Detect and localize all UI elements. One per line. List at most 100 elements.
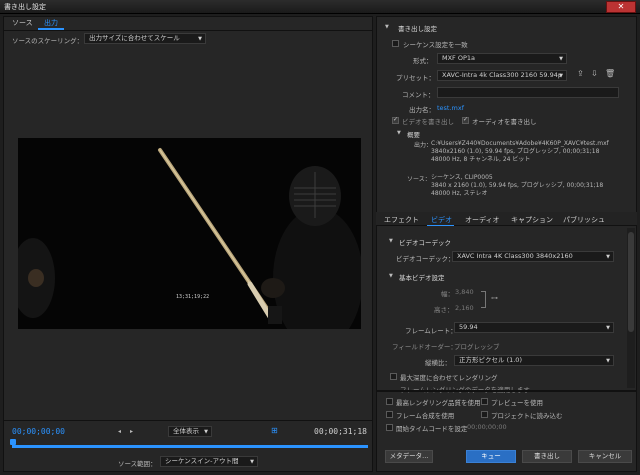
codec-select[interactable]: XAVC Intra 4K Class300 3840x2160 ▼ [452, 251, 614, 262]
set-out-icon[interactable]: ▸ [130, 428, 133, 435]
format-value: MXF OP1a [442, 54, 476, 62]
overlay-timecode: 13;31;19;22 [176, 294, 210, 300]
import-preset-icon[interactable]: ⇩ [591, 69, 598, 78]
max-depth-label: 最大深度に合わせてレンダリング [400, 374, 498, 382]
codec-value: XAVC Intra 4K Class300 3840x2160 [457, 252, 573, 260]
summary-header: 概要 [407, 131, 420, 139]
match-sequence-checkbox[interactable] [392, 40, 399, 47]
settings-scrollbar-thumb[interactable] [628, 232, 634, 332]
height-label: 高さ： [434, 306, 454, 314]
summary-collapse-icon[interactable]: ▼ [397, 130, 401, 136]
export-audio-label: オーディオを書き出し [472, 118, 537, 126]
height-value[interactable]: 2,160 [455, 304, 474, 312]
framerate-label: フレームレート： [405, 327, 457, 335]
summary-output-line: 3840x2160 (1.0), 59.94 fps, プログレッシブ, 00;… [431, 148, 600, 155]
tab-effects[interactable]: エフェクト [384, 215, 419, 225]
summary-source-line: シーケンス, CLIP0005 [431, 174, 493, 181]
comment-label: コメント： [402, 91, 435, 99]
width-label: 幅： [441, 290, 454, 298]
summary-source-label: ソース： [407, 176, 431, 183]
basic-collapse-icon[interactable]: ▼ [389, 273, 393, 279]
tab-divider [4, 30, 372, 31]
preset-value: XAVC-Intra 4k Class300 2160 59.94p [442, 71, 563, 79]
chevron-down-icon: ▼ [559, 56, 563, 62]
export-settings-header: 書き出し設定 [398, 25, 437, 33]
export-video-checkbox[interactable] [392, 116, 399, 124]
frame-blend-checkbox[interactable] [386, 411, 393, 418]
summary-source-line: 48000 Hz, ステレオ [431, 190, 488, 197]
tab-publish[interactable]: パブリッシュ [563, 215, 605, 225]
import-project-label: プロジェクトに読み込む [491, 412, 563, 420]
output-name-link[interactable]: test.mxf [437, 104, 464, 112]
codec-label: ビデオコーデック： [396, 255, 455, 263]
controls-divider [4, 420, 372, 421]
output-name-label: 出力名： [409, 106, 435, 114]
delete-preset-icon[interactable]: 🗑 [605, 69, 615, 78]
export-button[interactable]: 書き出し [522, 450, 572, 463]
range-label: ソース範囲： [118, 460, 157, 468]
start-timecode-checkbox[interactable] [386, 424, 393, 431]
framerate-value: 59.94 [459, 323, 478, 331]
chevron-down-icon: ▼ [606, 325, 610, 331]
comment-input[interactable] [437, 87, 619, 98]
max-depth-checkbox[interactable] [390, 373, 397, 380]
summary-output-label: 出力： [414, 142, 433, 149]
use-preview-checkbox[interactable] [481, 398, 488, 405]
metadata-button[interactable]: メタデータ... [385, 450, 433, 463]
cancel-button[interactable]: キャンセル [578, 450, 632, 463]
field-order-label: フィールドオーダー： [392, 343, 457, 351]
chevron-down-icon: ▼ [250, 459, 254, 465]
chevron-down-icon: ▼ [606, 358, 610, 364]
save-preset-icon[interactable]: ⇪ [577, 69, 584, 78]
aspect-label: 縦横比： [425, 359, 451, 367]
set-in-icon[interactable]: ◂ [118, 428, 121, 435]
scaling-label: ソースのスケーリング： [12, 37, 84, 45]
tab-output[interactable]: 出力 [38, 17, 64, 30]
format-select[interactable]: MXF OP1a ▼ [437, 53, 567, 64]
tab-video[interactable]: ビデオ [431, 215, 452, 225]
tab-audio[interactable]: オーディオ [465, 215, 500, 225]
start-timecode-label: 開始タイムコードを設定 [396, 425, 468, 433]
width-value[interactable]: 3,840 [455, 288, 474, 296]
preset-select[interactable]: XAVC-Intra 4k Class300 2160 59.94p ▼ [437, 70, 567, 81]
video-preview: 13;31;19;22 [18, 138, 361, 329]
window-title: 書き出し設定 [4, 3, 46, 11]
import-project-checkbox[interactable] [481, 411, 488, 418]
basic-video-header: 基本ビデオ設定 [399, 274, 445, 282]
tab-source[interactable]: ソース [6, 17, 39, 30]
preset-label: プリセット： [396, 74, 435, 82]
close-button[interactable]: ✕ [606, 1, 636, 13]
framerate-select[interactable]: 59.94 ▼ [454, 322, 614, 333]
max-quality-checkbox[interactable] [386, 398, 393, 405]
summary-output-text: C:¥Users¥Z440¥Documents¥Adobe¥4K60P_XAVC… [431, 140, 609, 164]
summary-source-line: 3840 x 2160 (1.0), 59.94 fps, プログレッシブ, 0… [431, 182, 604, 189]
queue-button[interactable]: キュー [466, 450, 516, 463]
zoom-select[interactable]: 全体表示 ▼ [168, 426, 212, 437]
preview-image [18, 138, 361, 329]
link-icon[interactable]: ⊶ [491, 294, 498, 302]
timeline-range-bar[interactable] [12, 445, 368, 448]
frame-blend-label: フレーム合成を使用 [396, 412, 455, 420]
timecode-in[interactable]: 00;00;00;00 [12, 427, 65, 436]
fit-icon[interactable]: ⊞ [271, 426, 278, 435]
chevron-down-icon: ▼ [559, 73, 563, 79]
scaling-select[interactable]: 出力サイズに合わせてスケール ▼ [84, 33, 206, 44]
export-audio-checkbox[interactable] [462, 116, 469, 124]
codec-header: ビデオコーデック [399, 239, 451, 247]
active-tab-underline [427, 225, 454, 226]
aspect-select[interactable]: 正方形ピクセル (1.0) ▼ [454, 355, 614, 366]
match-sequence-label: シーケンス設定を一致 [403, 41, 468, 49]
summary-output-line: 48000 Hz, 8 チャンネル, 24 ビット [431, 156, 531, 163]
aspect-value: 正方形ピクセル (1.0) [459, 356, 522, 364]
start-timecode-value[interactable]: 00;00;00;00 [467, 423, 507, 431]
max-quality-label: 最高レンダリング品質を使用 [396, 399, 481, 407]
zoom-value: 全体表示 [173, 427, 199, 435]
collapse-icon[interactable]: ▼ [385, 24, 389, 30]
codec-collapse-icon[interactable]: ▼ [389, 238, 393, 244]
export-video-label: ビデオを書き出し [402, 118, 454, 126]
chevron-down-icon: ▼ [606, 254, 610, 260]
range-select[interactable]: シーケンスイン-アウト間 ▼ [160, 456, 258, 467]
tab-captions[interactable]: キャプション [511, 215, 553, 225]
field-order-value: プログレッシブ [454, 343, 500, 351]
summary-output-line: C:¥Users¥Z440¥Documents¥Adobe¥4K60P_XAVC… [431, 140, 609, 147]
